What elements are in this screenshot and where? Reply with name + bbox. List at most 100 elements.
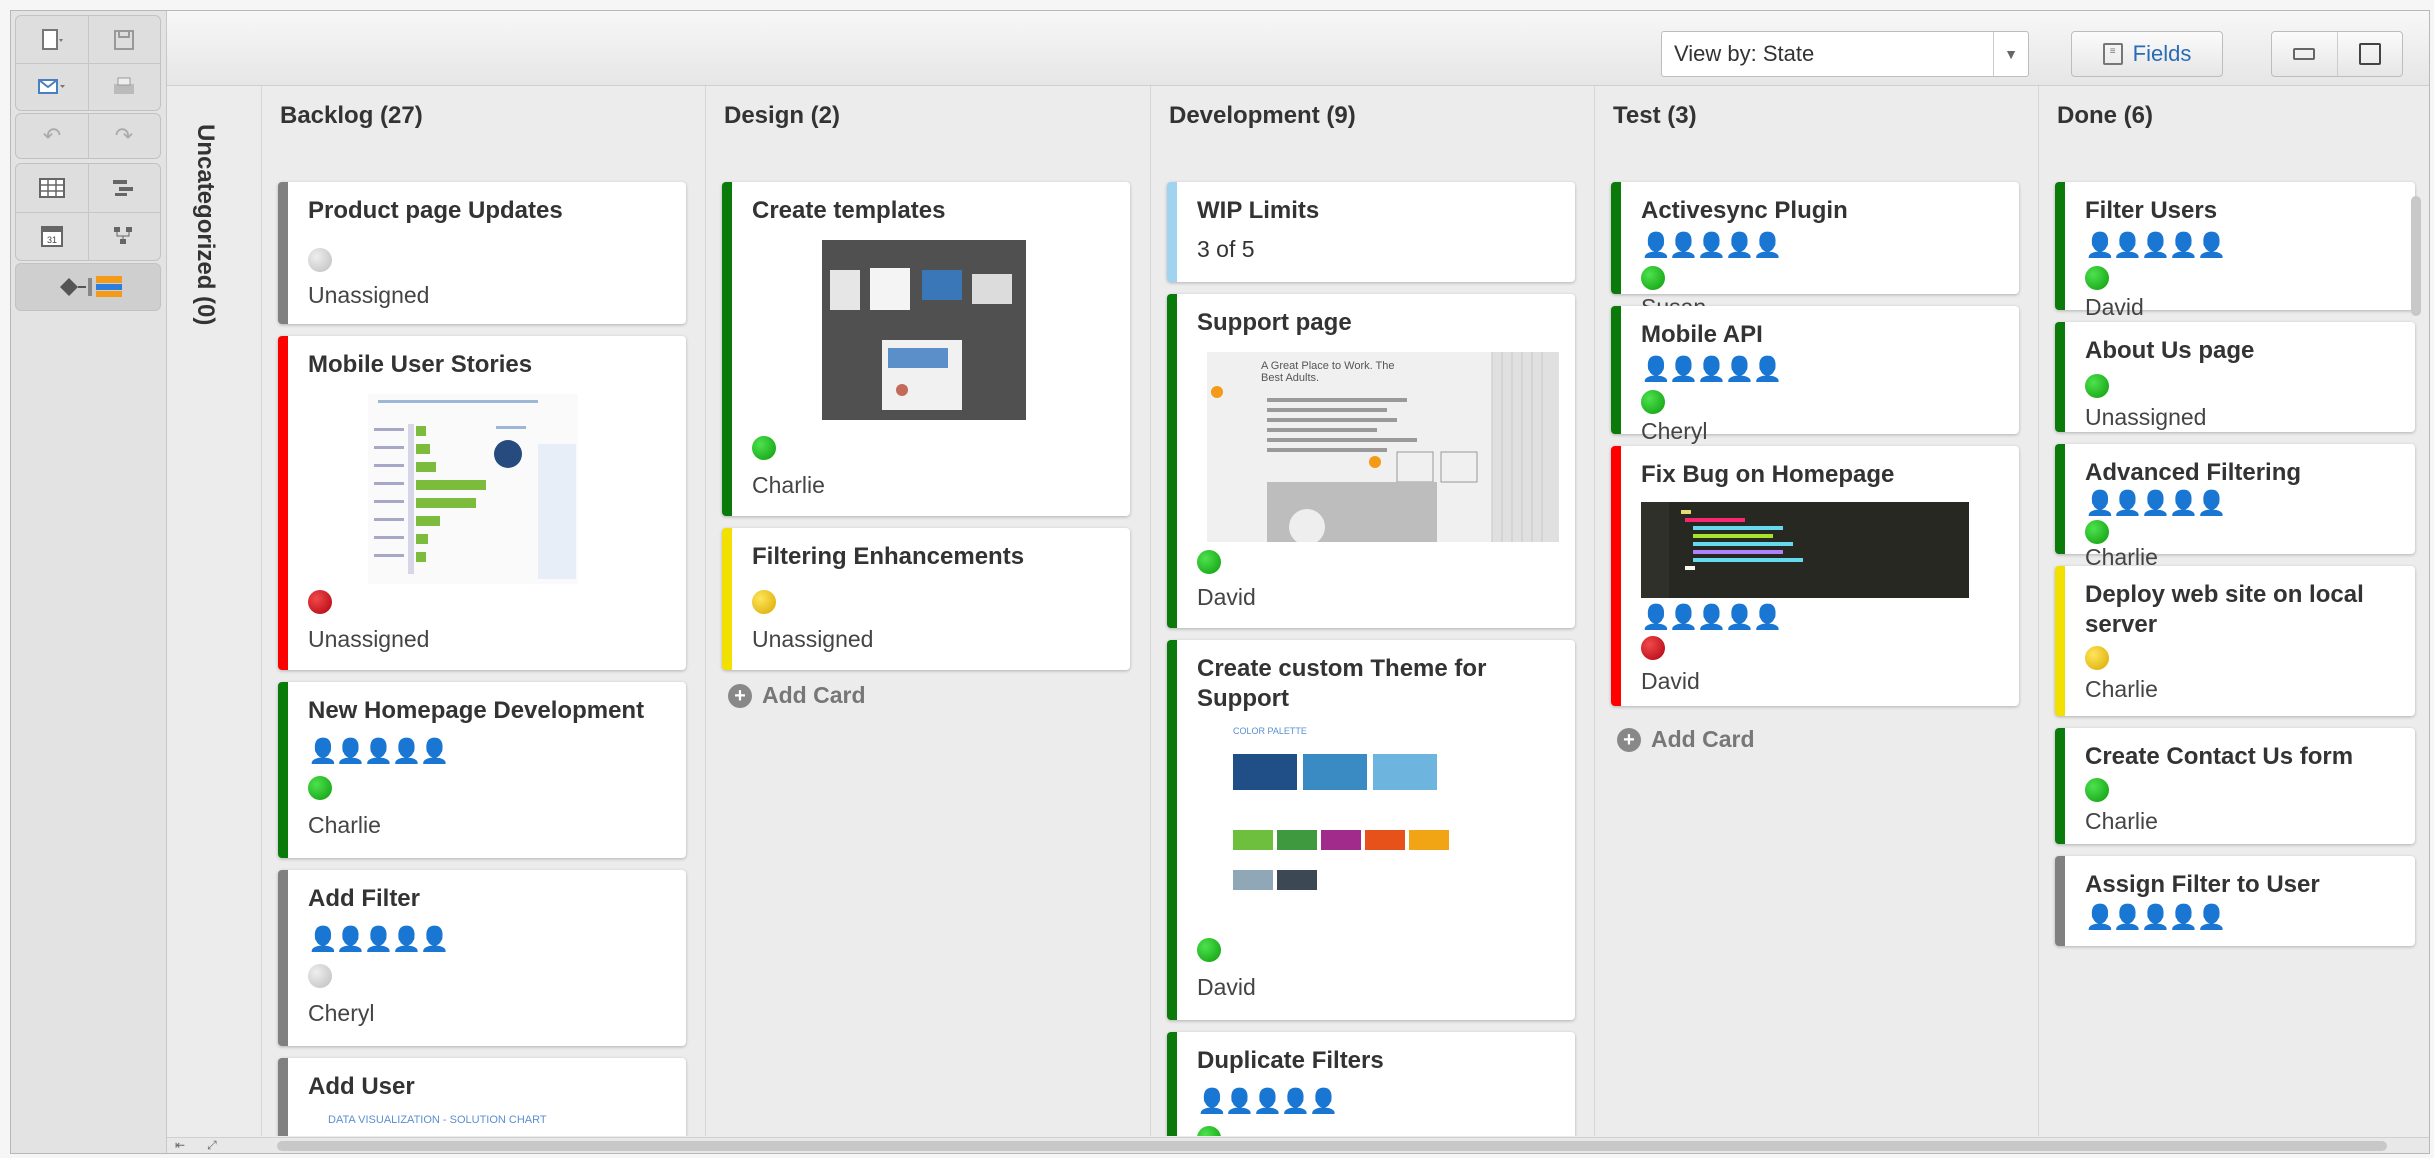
card-duplicate-filters[interactable]: Duplicate Filters 👤👤👤👤👤 (1167, 1032, 1575, 1136)
card-title: Deploy web site on local server (2085, 581, 2364, 638)
status-dot (1641, 636, 1665, 660)
status-dot (308, 590, 332, 614)
wip-limit-value: 3 of 5 (1197, 236, 1255, 262)
card-mobile-api[interactable]: Mobile API 👤👤👤👤👤 Cheryl (1611, 306, 2019, 444)
compact-layout-button[interactable] (2272, 32, 2337, 76)
card-assignee: Cheryl (1641, 418, 1708, 444)
card-about-us-page[interactable]: About Us page Unassigned (2055, 322, 2415, 432)
card-advanced-filtering[interactable]: Advanced Filtering 👤👤👤👤👤 Charlie (2055, 444, 2415, 570)
fields-icon: ≡ (2102, 43, 2123, 65)
card-filter-users[interactable]: Filter Users 👤👤👤👤👤 David (2055, 182, 2415, 320)
card-title: New Homepage Development (308, 697, 645, 724)
print-icon[interactable] (90, 63, 158, 111)
people-icon: 👤👤👤👤👤 (2085, 232, 2226, 259)
card-assignee: Charlie (2085, 676, 2158, 702)
add-card-label: Add Card (1651, 726, 1755, 752)
status-dot (308, 776, 332, 800)
fields-label: Fields (2132, 41, 2192, 66)
card-create-contact-us-form[interactable]: Create Contact Us form Charlie (2055, 728, 2415, 844)
status-dot (1641, 266, 1665, 290)
people-icon: 👤👤👤👤👤 (1197, 1088, 1338, 1115)
card-title: WIP Limits (1197, 197, 1320, 224)
card-thumbnail: COLOR PALETTE (1233, 726, 1493, 910)
horizontal-scrollbar[interactable] (277, 1141, 2387, 1151)
compact-layout-icon (2293, 48, 2316, 60)
card-title: Create templates (752, 197, 946, 224)
plus-icon: + (728, 683, 752, 708)
add-card-button[interactable]: + Add Card (728, 682, 866, 709)
people-icon: 👤👤👤👤👤 (308, 926, 449, 953)
status-dot (308, 248, 332, 272)
card-title: Duplicate Filters (1197, 1047, 1384, 1074)
card-title: About Us page (2085, 337, 2255, 364)
chevron-down-icon: ▼ (1993, 32, 2028, 76)
card-assignee: David (1197, 584, 1256, 610)
card-add-filter[interactable]: Add Filter 👤👤👤👤👤 Cheryl (278, 870, 686, 1046)
uncategorized-lane[interactable]: Uncategorized (0) (167, 86, 262, 1136)
card-mobile-user-stories[interactable]: Mobile User Stories Unassigned (278, 336, 686, 670)
card-create-templates[interactable]: Create templates Charlie (722, 182, 1130, 516)
card-thumbnail: A Great Place to Work. The Best Adults. (1207, 352, 1559, 542)
card-create-custom-theme[interactable]: Create custom Theme for Support COLOR PA… (1167, 640, 1575, 1020)
card-filtering-enhancements[interactable]: Filtering Enhancements Unassigned (722, 528, 1130, 670)
card-new-homepage-development[interactable]: New Homepage Development 👤👤👤👤👤 Charlie (278, 682, 686, 858)
card-title: Add Filter (308, 885, 420, 912)
bottom-icons: ⇤ ⤢ (175, 1138, 217, 1153)
lane-design: Design (2) Create templates Charlie Filt… (706, 86, 1151, 1136)
calendar-view-icon[interactable]: 31 (18, 212, 86, 260)
grid-view-icon[interactable] (18, 164, 86, 212)
status-dot (2085, 646, 2109, 670)
save-icon[interactable] (90, 16, 158, 64)
status-dot (1197, 1126, 1221, 1136)
card-add-user[interactable]: Add User DATA VISUALIZATION - SOLUTION C… (278, 1058, 686, 1136)
view-by-value: View by: State (1674, 41, 1815, 66)
card-wip-limits[interactable]: WIP Limits 3 of 5 (1167, 182, 1575, 282)
new-document-icon[interactable] (18, 16, 86, 64)
card-thumbnail-text: COLOR PALETTE (1233, 726, 1307, 736)
lane-title-test: Test (3) (1613, 102, 1697, 129)
vertical-scrollbar[interactable] (2411, 196, 2421, 316)
redo-icon[interactable]: ↷ (90, 112, 158, 160)
email-icon[interactable] (18, 63, 86, 111)
bottom-bar: ⇤ ⤢ (167, 1137, 2429, 1153)
card-support-page[interactable]: Support page A Great Place to Work. The … (1167, 294, 1575, 628)
history-tool-group: ↶ ↷ (15, 113, 161, 159)
card-assignee: Cheryl (308, 1000, 375, 1026)
card-assignee: David (1197, 974, 1256, 1000)
status-dot (1197, 938, 1221, 962)
tree-view-icon[interactable] (90, 212, 158, 260)
collapse-icon[interactable]: ⇤ (175, 1138, 185, 1153)
card-activesync-plugin[interactable]: Activesync Plugin 👤👤👤👤👤 Susan (1611, 182, 2019, 320)
card-title: Product page Updates (308, 197, 563, 224)
card-thumbnail-text: A Great Place to Work. The Best Adults. (1261, 360, 1395, 384)
people-icon: 👤👤👤👤👤 (2085, 490, 2226, 517)
status-dot (2085, 266, 2109, 290)
card-assign-filter-to-user[interactable]: Assign Filter to User 👤👤👤👤👤 (2055, 856, 2415, 946)
card-deploy-web-site[interactable]: Deploy web site on local server Charlie (2055, 566, 2415, 716)
status-dot (2085, 520, 2109, 544)
fields-button[interactable]: ≡ Fields (2071, 31, 2223, 77)
expanded-layout-button[interactable] (2336, 32, 2403, 76)
undo-icon[interactable]: ↶ (18, 112, 86, 160)
layout-toggle (2271, 31, 2403, 77)
card-assignee: Unassigned (2085, 404, 2207, 430)
card-assignee: David (2085, 294, 2144, 320)
card-thumbnail (368, 394, 578, 584)
plus-icon: + (1617, 727, 1641, 752)
card-title: Activesync Plugin (1641, 197, 1848, 224)
lane-title-backlog: Backlog (27) (280, 102, 423, 129)
add-card-button[interactable]: + Add Card (1617, 726, 1755, 753)
views-tool-group: 31 (15, 163, 161, 261)
lane-backlog: Backlog (27) Product page Updates Unassi… (262, 86, 706, 1136)
card-title: Create Contact Us form (2085, 743, 2354, 770)
view-by-select[interactable]: View by: State ▼ (1661, 31, 2029, 77)
card-assignee: David (1641, 668, 1700, 694)
gantt-view-icon[interactable] (90, 164, 158, 212)
lane-title-done: Done (6) (2057, 102, 2153, 129)
expand-icon[interactable]: ⤢ (207, 1138, 217, 1153)
card-assignee: Charlie (752, 472, 825, 498)
expanded-layout-icon (2358, 43, 2381, 65)
card-title: Filtering Enhancements (752, 543, 1025, 570)
card-product-page-updates[interactable]: Product page Updates Unassigned (278, 182, 686, 324)
board-view-icon[interactable] (46, 263, 136, 311)
